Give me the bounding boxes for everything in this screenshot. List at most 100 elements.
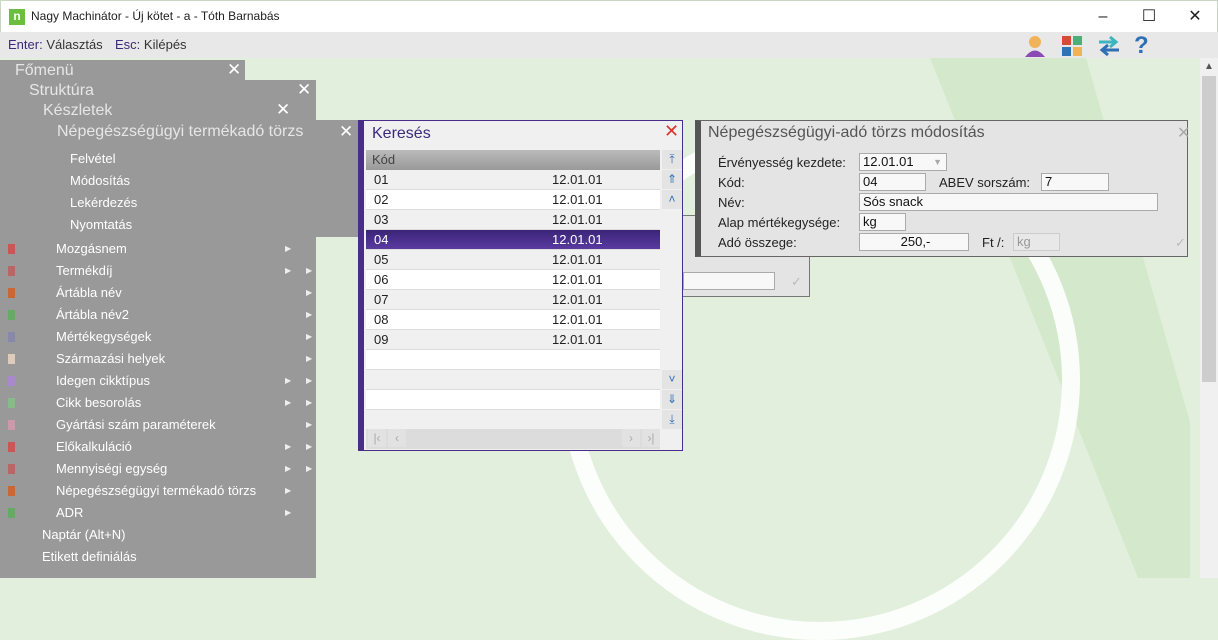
submenu-arrow-icon: ▶: [285, 244, 292, 253]
window-title: Nagy Machinátor - Új kötet - a - Tóth Ba…: [31, 9, 280, 23]
pager-first-icon[interactable]: |‹: [368, 429, 386, 447]
tiles-icon[interactable]: [1059, 34, 1085, 58]
menu-item[interactable]: Cikk besorolás ▶ ▶: [0, 392, 316, 414]
cell-date: 12.01.01: [552, 332, 603, 347]
cell-date: 12.01.01: [552, 192, 603, 207]
table-row[interactable]: 03 12.01.01: [366, 210, 660, 230]
menu-item[interactable]: Etikett definiálás: [0, 546, 316, 568]
search-table: Kód 01 12.01.01 02 12.01.01 03 12.01.01 04 12.0…: [366, 150, 660, 430]
menu-item-icon: [8, 442, 15, 452]
empty-row: [366, 370, 660, 390]
alap-input[interactable]: kg: [859, 213, 906, 231]
first-page-icon[interactable]: ⤒: [662, 150, 682, 169]
nepeg-title[interactable]: Népegészségügyi termékadó törzs: [57, 123, 303, 141]
submenu-arrow-icon: ▶: [306, 442, 313, 451]
enter-key: Enter:: [8, 37, 43, 52]
edit-dialog: Népegészségügyi-adó törzs módosítás ✕ Ér…: [695, 120, 1190, 257]
keszletek-close-icon[interactable]: ✕: [276, 100, 290, 120]
submenu-item[interactable]: Lekérdezés: [0, 192, 358, 214]
help-icon[interactable]: ?: [1134, 34, 1160, 58]
scroll-thumb[interactable]: [1202, 76, 1216, 382]
menu-item[interactable]: Mennyiségi egység ▶ ▶: [0, 458, 316, 480]
submenu-arrow-icon: ▶: [285, 266, 292, 275]
table-row[interactable]: 04 12.01.01: [366, 230, 660, 250]
row-up-icon[interactable]: ˄: [662, 190, 682, 209]
cell-date: 12.01.01: [552, 292, 603, 307]
menu-item-label: Mennyiségi egység: [56, 461, 168, 476]
esc-hint[interactable]: Esc: Kilépés: [115, 37, 187, 52]
ft-label: Ft /:: [982, 235, 1005, 250]
minimize-button[interactable]: –: [1080, 1, 1126, 33]
submenu-list: Felvétel Módosítás Lekérdezés Nyomtatás: [0, 148, 358, 236]
menu-item[interactable]: Naptár (Alt+N): [0, 524, 316, 546]
page-down-icon[interactable]: ⇓: [662, 390, 682, 409]
kod-label: Kód:: [718, 175, 745, 190]
column-header-kod[interactable]: Kód: [366, 150, 660, 170]
user-icon[interactable]: [1022, 34, 1048, 58]
submenu-arrow-icon: ▶: [306, 266, 313, 275]
submenu-item[interactable]: Felvétel: [0, 148, 358, 170]
table-row[interactable]: 06 12.01.01: [366, 270, 660, 290]
table-row[interactable]: 01 12.01.01: [366, 170, 660, 190]
submenu-item[interactable]: Nyomtatás: [0, 214, 358, 236]
nev-input[interactable]: Sós snack: [859, 193, 1158, 211]
menu-item[interactable]: Gyártási szám paraméterek ▶: [0, 414, 316, 436]
maximize-button[interactable]: ☐: [1126, 1, 1172, 33]
table-row[interactable]: 02 12.01.01: [366, 190, 660, 210]
page-up-icon[interactable]: ⇑: [662, 170, 682, 189]
keszletek-title[interactable]: Készletek: [43, 102, 112, 120]
submenu-arrow-icon: ▶: [306, 332, 313, 341]
menu-item-icon: [8, 398, 15, 408]
menu-item[interactable]: Népegészségügyi termékadó törzs ▶: [0, 480, 316, 502]
fomenu-close-icon[interactable]: ✕: [227, 60, 241, 80]
edit-dialog-title: Népegészségügyi-adó törzs módosítás: [708, 124, 985, 141]
scrollbar[interactable]: ▲: [1200, 58, 1218, 578]
menu-item-label: Cikk besorolás: [56, 395, 142, 410]
menu-item[interactable]: Származási helyek ▶: [0, 348, 316, 370]
switch-icon[interactable]: [1096, 34, 1122, 58]
menu-item[interactable]: Termékdíj ▶ ▶: [0, 260, 316, 282]
confirm-icon[interactable]: ✓: [1175, 235, 1186, 251]
submenu-item[interactable]: Módosítás: [0, 170, 358, 192]
table-row[interactable]: 09 12.01.01: [366, 330, 660, 350]
ft-unit: kg: [1013, 233, 1060, 251]
menu-item[interactable]: ADR ▶: [0, 502, 316, 524]
pager-last-icon[interactable]: ›|: [642, 429, 660, 447]
chevron-down-icon: ▼: [933, 157, 942, 167]
menu-item[interactable]: Előkalkuláció ▶ ▶: [0, 436, 316, 458]
table-row[interactable]: 07 12.01.01: [366, 290, 660, 310]
menu-item-icon: [8, 244, 15, 254]
last-page-icon[interactable]: ⤓: [662, 410, 682, 429]
pager-prev-icon[interactable]: ‹: [388, 429, 406, 447]
menu-item[interactable]: Ártábla név2 ▶: [0, 304, 316, 326]
table-row[interactable]: 08 12.01.01: [366, 310, 660, 330]
empty-row: [366, 350, 660, 370]
fomenu-title[interactable]: Főmenü: [15, 62, 74, 80]
abev-input[interactable]: 7: [1041, 173, 1109, 191]
row-down-icon[interactable]: ˅: [662, 370, 682, 389]
menu-item[interactable]: Ártábla név ▶: [0, 282, 316, 304]
kod-input[interactable]: 04: [859, 173, 926, 191]
submenu-arrow-icon: ▶: [306, 354, 313, 363]
pager-next-icon[interactable]: ›: [622, 429, 640, 447]
nepeg-close-icon[interactable]: ✕: [339, 122, 353, 142]
submenu-arrow-icon: ▶: [285, 464, 292, 473]
menu-item[interactable]: Mértékegységek ▶: [0, 326, 316, 348]
menu-item[interactable]: Mozgásnem ▶: [0, 238, 316, 260]
enter-hint[interactable]: Enter: Választás: [8, 37, 103, 52]
ado-input[interactable]: 250,-: [859, 233, 969, 251]
struktura-title[interactable]: Struktúra: [29, 82, 94, 100]
menu-item[interactable]: Idegen cikktípus ▶ ▶: [0, 370, 316, 392]
submenu-arrow-icon: ▶: [306, 464, 313, 473]
scroll-up-icon[interactable]: ▲: [1200, 58, 1218, 76]
table-row[interactable]: 05 12.01.01: [366, 250, 660, 270]
esc-label: Kilépés: [143, 37, 187, 52]
ervenyesseg-select[interactable]: 12.01.01 ▼: [859, 153, 947, 171]
search-close-icon[interactable]: ✕: [664, 121, 679, 142]
nev-label: Név:: [718, 195, 745, 210]
close-button[interactable]: ✕: [1172, 1, 1218, 33]
cell-date: 12.01.01: [552, 172, 603, 187]
struktura-close-icon[interactable]: ✕: [297, 80, 311, 100]
edit-close-icon[interactable]: ✕: [1177, 123, 1190, 143]
submenu-arrow-icon: ▶: [306, 398, 313, 407]
